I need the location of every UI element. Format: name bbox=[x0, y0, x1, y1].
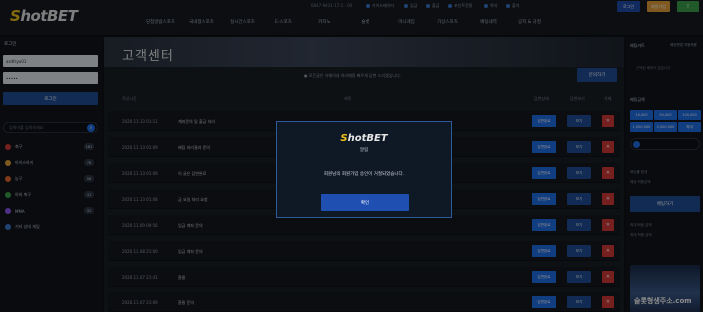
modal-message: 회원님의 회원가입 승인이 거절되었습니다. bbox=[323, 172, 405, 177]
modal-logo-text: hotBET bbox=[347, 133, 388, 144]
alert-modal: ShotBET 알림 회원님의 회원가입 승인이 거절되었습니다. 확인 bbox=[276, 121, 452, 218]
page-root: ShotBET 0847-9431-17-1 · 00 가이드베이터 입금 출금… bbox=[0, 0, 703, 312]
modal-logo-initial: S bbox=[340, 133, 348, 144]
confirm-button[interactable]: 확인 bbox=[321, 194, 409, 211]
modal-logo: ShotBET bbox=[277, 133, 451, 144]
modal-title: 알림 bbox=[359, 148, 369, 153]
